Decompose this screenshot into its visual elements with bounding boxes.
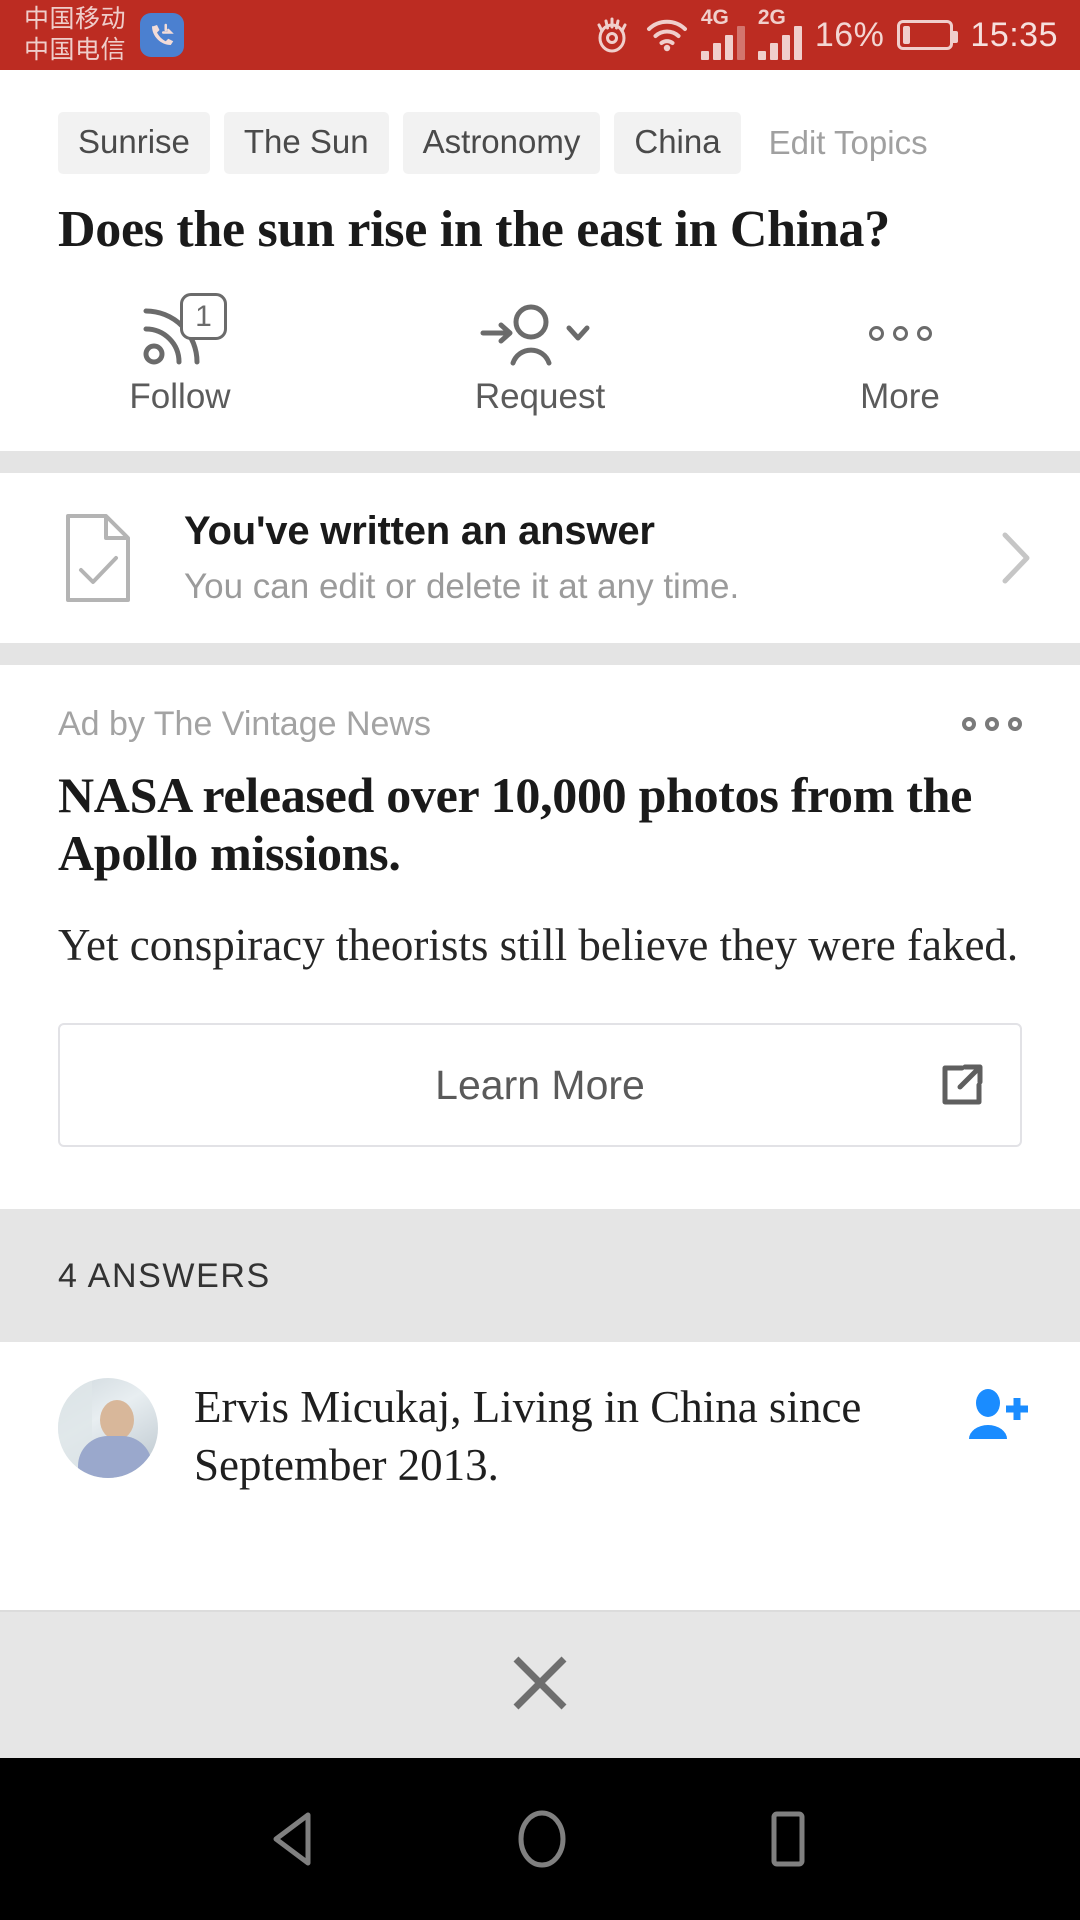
- topic-chip-row: Sunrise The Sun Astronomy China Edit Top…: [0, 70, 1080, 174]
- edit-topics-link[interactable]: Edit Topics: [769, 124, 928, 162]
- follow-label: Follow: [129, 377, 231, 416]
- carrier-labels: 中国移动 中国电信: [24, 4, 126, 66]
- status-icons: 4G 2G 16% 15:35: [591, 6, 1058, 60]
- recents-square-icon[interactable]: [764, 1809, 812, 1869]
- android-nav-bar: [0, 1758, 1080, 1920]
- ad-title: NASA released over 10,000 photos from th…: [58, 767, 973, 881]
- written-answer-card[interactable]: You've written an answer You can edit or…: [0, 473, 1080, 643]
- external-link-icon: [938, 1062, 984, 1108]
- close-overlay-bar[interactable]: [0, 1610, 1080, 1758]
- ad-sponsor-label: Ad by The Vintage News: [58, 705, 431, 743]
- section-divider-1: [0, 451, 1080, 473]
- network-type-label-2: 2G: [757, 6, 786, 29]
- written-answer-subtitle: You can edit or delete it at any time.: [184, 567, 740, 606]
- ad-body-text: Yet conspiracy theorists still believe t…: [58, 920, 1019, 970]
- network-type-label-1: 4G: [700, 6, 729, 29]
- topic-chip-astronomy[interactable]: Astronomy: [402, 112, 601, 174]
- battery-icon: [897, 20, 959, 50]
- topic-chip-china[interactable]: China: [614, 112, 741, 174]
- back-triangle-icon[interactable]: [268, 1811, 320, 1867]
- avatar[interactable]: [58, 1378, 158, 1478]
- answers-count-label: 4 ANSWERS: [58, 1257, 271, 1295]
- question-title: Does the sun rise in the east in China?: [58, 201, 890, 258]
- section-divider-2: [0, 643, 1080, 665]
- carrier-line-1: 中国移动: [24, 5, 127, 33]
- missed-call-icon: [140, 13, 185, 57]
- more-button[interactable]: More: [720, 297, 1080, 417]
- carrier-line-2: 中国电信: [24, 36, 127, 64]
- home-circle-icon[interactable]: [516, 1809, 568, 1869]
- eye-comfort-icon: [591, 17, 633, 53]
- ad-header: Ad by The Vintage News: [58, 705, 1022, 744]
- document-check-icon: [62, 512, 134, 604]
- signal-bars-2: [757, 26, 802, 60]
- request-button[interactable]: Request: [360, 297, 720, 417]
- signal-2g: 2G: [757, 6, 802, 60]
- clock-label: 15:35: [970, 15, 1058, 54]
- battery-percent-label: 16%: [814, 15, 885, 54]
- signal-4g: 4G: [700, 6, 745, 60]
- wifi-icon: [646, 18, 688, 52]
- answer-author-byline[interactable]: Ervis Micukaj, Living in China since Sep…: [158, 1378, 958, 1494]
- written-answer-text: You've written an answer You can edit or…: [134, 509, 986, 607]
- ad-card[interactable]: Ad by The Vintage News NASA released ove…: [0, 665, 1080, 1147]
- question-action-row: 1 Follow Request More: [0, 261, 1080, 451]
- follow-count-badge: 1: [180, 293, 227, 340]
- signal-bars-1: [700, 26, 745, 60]
- answers-section-header: 4 ANSWERS: [0, 1209, 1080, 1342]
- answer-item[interactable]: Ervis Micukaj, Living in China since Sep…: [0, 1342, 1080, 1494]
- add-user-icon[interactable]: [958, 1378, 1038, 1494]
- chevron-right-icon[interactable]: [986, 530, 1046, 586]
- learn-more-label: Learn More: [435, 1061, 645, 1108]
- topic-chip-sunrise[interactable]: Sunrise: [58, 112, 210, 174]
- learn-more-button[interactable]: Learn More: [58, 1023, 1022, 1147]
- more-dots-icon: [868, 297, 932, 369]
- topic-chip-the-sun[interactable]: The Sun: [223, 112, 389, 174]
- ad-bottom-spacer: [0, 1147, 1080, 1209]
- written-answer-title: You've written an answer: [184, 509, 655, 553]
- phone-screen: 中国移动 中国电信 4G 2G 16% 15:35 Sunrise The Su…: [0, 0, 1080, 1920]
- close-x-icon[interactable]: [508, 1651, 572, 1720]
- request-label: Request: [474, 377, 606, 416]
- ad-more-dots-icon[interactable]: [962, 705, 1022, 731]
- follow-button[interactable]: 1 Follow: [0, 293, 360, 417]
- more-label: More: [860, 377, 940, 416]
- request-person-icon: [475, 297, 605, 369]
- follow-rss-icon: 1: [134, 293, 227, 369]
- status-bar: 中国移动 中国电信 4G 2G 16% 15:35: [0, 0, 1080, 70]
